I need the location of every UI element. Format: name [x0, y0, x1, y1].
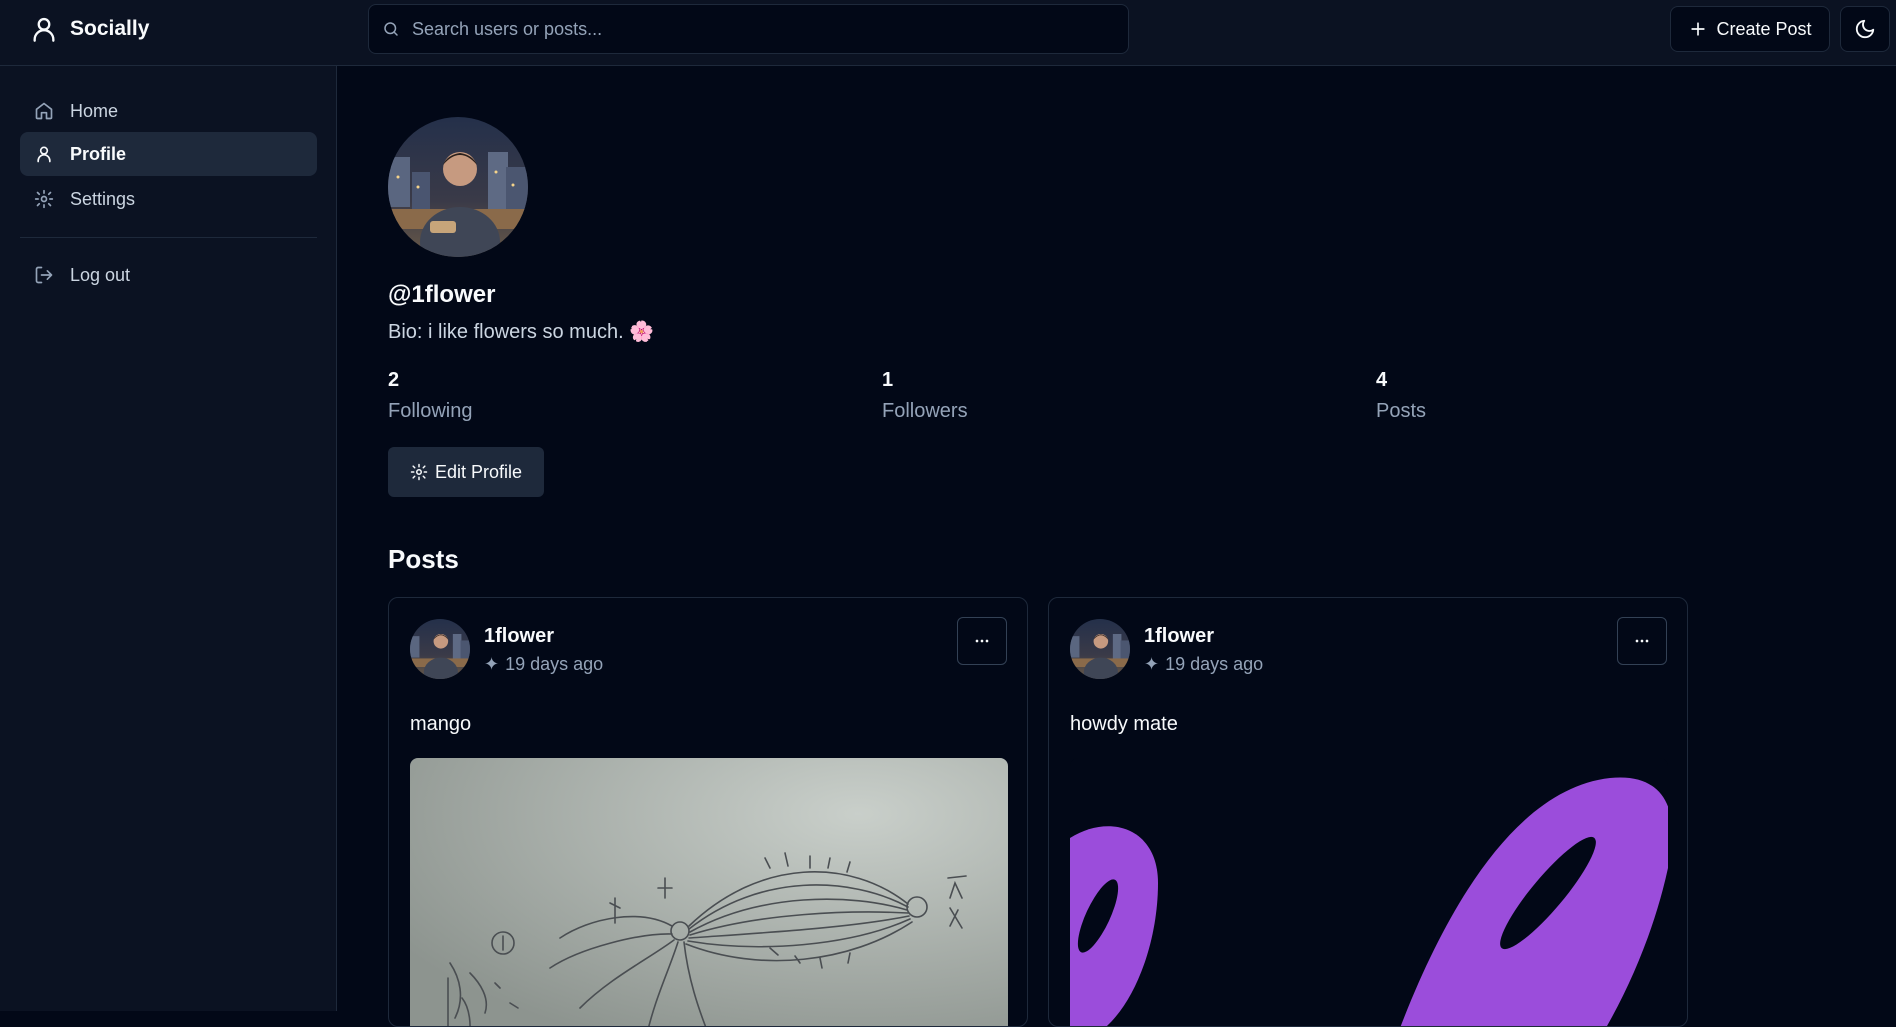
post-author-name[interactable]: 1flower [484, 625, 554, 648]
sparkle-icon: ✦ [1144, 654, 1160, 674]
stat-posts[interactable]: 4 Posts [1376, 369, 1426, 423]
avatar-photo [1070, 619, 1130, 679]
sidebar-item-settings[interactable]: Settings [20, 177, 317, 221]
create-post-label: Create Post [1716, 18, 1812, 39]
sidebar-item-label: Profile [70, 143, 127, 164]
brand-name: Socially [70, 17, 150, 40]
post-author-avatar[interactable] [1070, 619, 1130, 679]
sidebar-item-profile[interactable]: Profile [20, 132, 317, 176]
profile-bio: Bio: i like flowers so much. 🌸 [388, 319, 654, 344]
user-icon [37, 146, 51, 163]
hand-drawn-sketch-image [410, 758, 1008, 1026]
sidebar: Home Profile Settings Log out [0, 66, 337, 1011]
search-icon [384, 22, 398, 36]
edit-profile-label: Edit Profile [434, 461, 523, 482]
home-icon [35, 102, 53, 120]
post-time-text: 19 days ago [1165, 654, 1264, 674]
stat-label: Followers [882, 400, 968, 422]
purple-rings-image [1070, 758, 1668, 1026]
stat-following[interactable]: 2 Following [388, 369, 472, 423]
bio-text: Bio: i like flowers so much. [388, 321, 624, 343]
profile-main: @1flower Bio: i like flowers so much. 🌸 … [338, 67, 1896, 1027]
profile-username: @1flower [388, 281, 496, 308]
sidebar-item-label: Home [70, 100, 119, 121]
more-horizontal-icon [1635, 639, 1649, 643]
post-content: howdy mate [1070, 713, 1178, 735]
flower-emoji-icon: 🌸 [629, 321, 655, 343]
stat-value: 1 [882, 369, 894, 391]
more-horizontal-icon [975, 639, 989, 643]
top-bar: Socially Create Post [0, 0, 1896, 66]
post-author-avatar[interactable] [410, 619, 470, 679]
plus-icon [1691, 22, 1706, 36]
post-author-name[interactable]: 1flower [1144, 625, 1214, 648]
edit-profile-button[interactable]: Edit Profile [388, 447, 544, 497]
user-icon [33, 17, 55, 42]
stat-label: Posts [1376, 400, 1427, 422]
brand-logo[interactable]: Socially [30, 14, 149, 44]
sidebar-item-label: Settings [70, 188, 136, 209]
sidebar-item-label: Log out [70, 264, 131, 285]
posts-heading: Posts [388, 544, 459, 574]
stat-value: 2 [388, 369, 400, 391]
post-options-button[interactable] [1617, 617, 1667, 665]
gear-icon [34, 189, 54, 209]
theme-toggle-button[interactable] [1840, 6, 1890, 52]
stat-label: Following [388, 400, 473, 422]
stat-value: 4 [1376, 369, 1388, 391]
sparkle-icon: ✦ [484, 654, 500, 674]
stat-followers[interactable]: 1 Followers [882, 369, 968, 423]
logout-icon [35, 266, 53, 284]
post-time-text: 19 days ago [505, 654, 604, 674]
sidebar-divider [20, 237, 317, 238]
search-input[interactable] [412, 18, 1128, 40]
sidebar-item-home[interactable]: Home [20, 89, 317, 133]
sidebar-item-logout[interactable]: Log out [20, 253, 317, 297]
gear-icon [410, 463, 428, 481]
avatar-photo [388, 117, 528, 257]
post-options-button[interactable] [957, 617, 1007, 665]
profile-avatar [388, 117, 528, 257]
post-image[interactable] [410, 758, 1008, 1026]
post-card[interactable]: 1flower ✦ 19 days ago howdy mate [1048, 597, 1688, 1027]
create-post-button[interactable]: Create Post [1670, 6, 1830, 52]
moon-icon [1855, 19, 1875, 39]
post-timestamp: ✦ 19 days ago [484, 654, 603, 675]
search-bar[interactable] [368, 4, 1129, 54]
post-timestamp: ✦ 19 days ago [1144, 654, 1263, 675]
post-content: mango [410, 713, 472, 735]
post-image[interactable] [1070, 758, 1668, 1026]
post-card[interactable]: 1flower ✦ 19 days ago mango [388, 597, 1028, 1027]
avatar-photo [410, 619, 470, 679]
